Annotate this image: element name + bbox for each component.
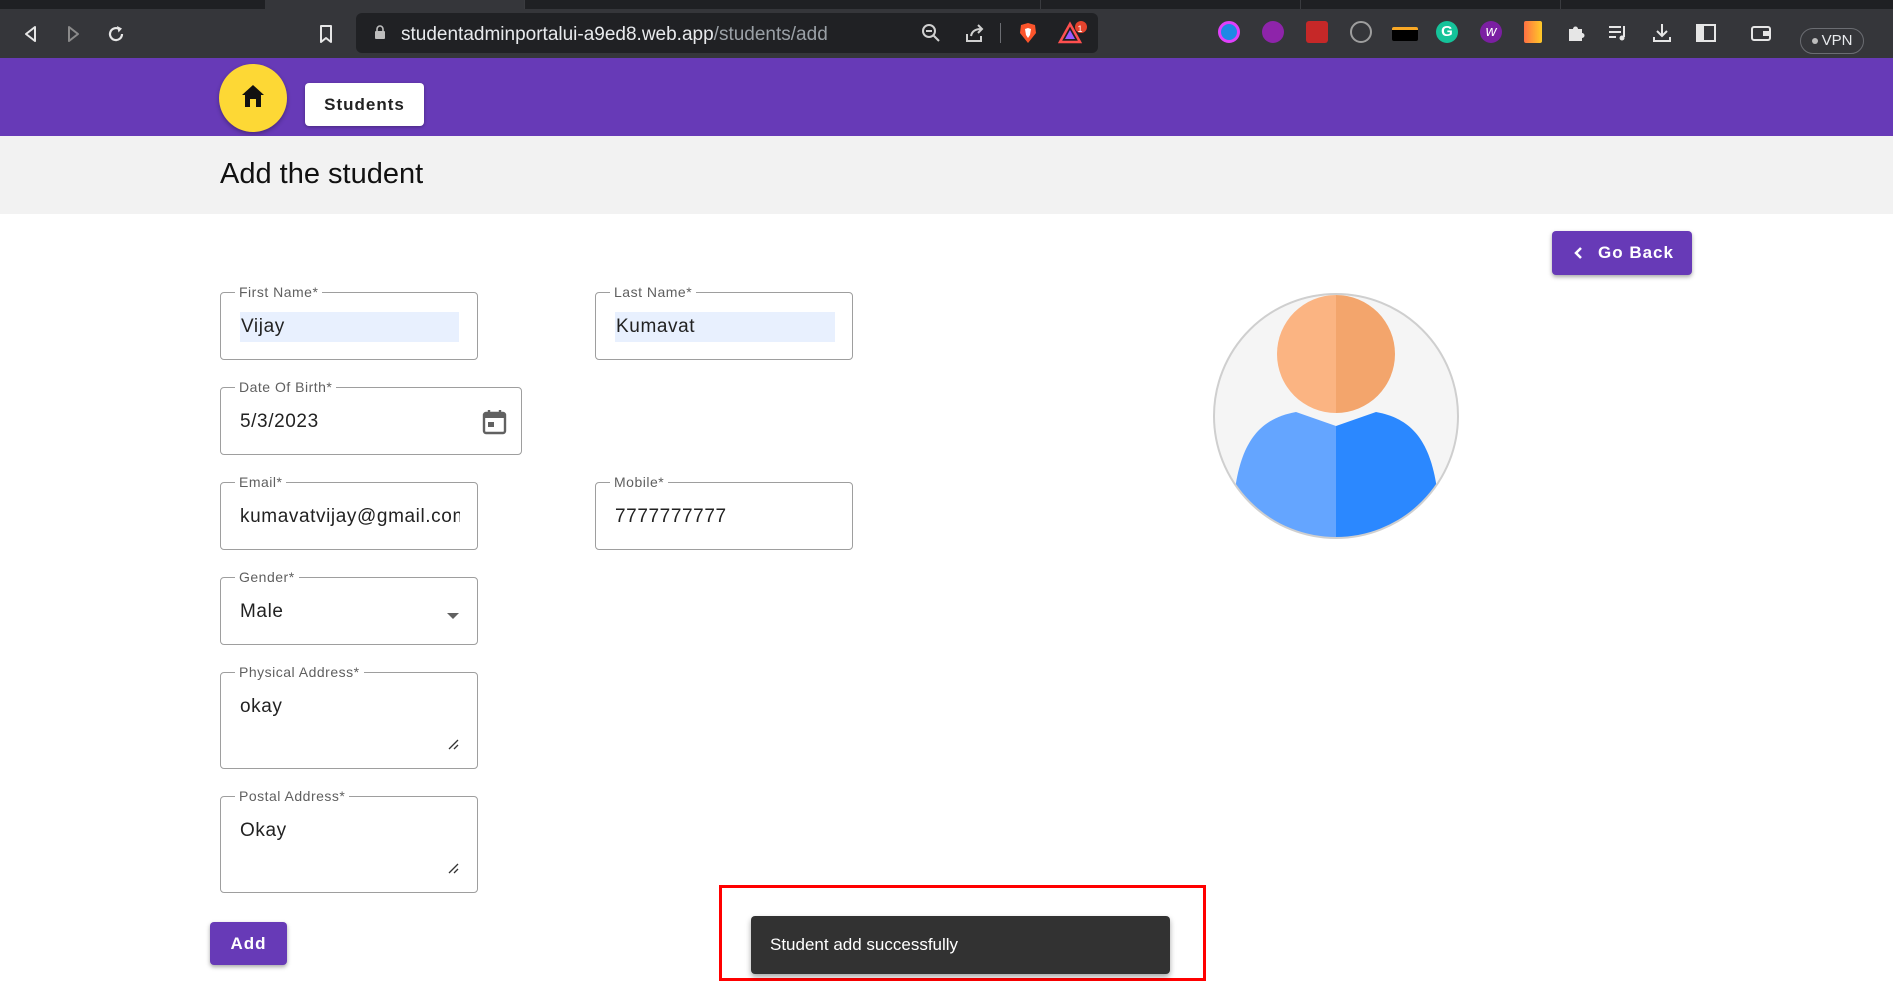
url-path: /students/add <box>713 24 828 45</box>
reload-icon[interactable] <box>103 21 129 47</box>
email-label: Email* <box>235 474 287 490</box>
lock-icon <box>375 25 385 39</box>
address-bar[interactable]: studentadminportalui-a9ed8.web.app/stude… <box>356 13 1098 53</box>
calendar-icon[interactable] <box>482 408 508 436</box>
download-icon[interactable] <box>1649 21 1675 47</box>
gender-label: Gender* <box>235 569 299 585</box>
vpn-button[interactable]: VPN <box>1800 28 1864 54</box>
extension-orange-icon[interactable] <box>1524 21 1542 43</box>
extension-w-icon[interactable]: w <box>1480 21 1502 43</box>
first-name-field[interactable]: First Name* Vijay <box>220 284 478 360</box>
page-title: Add the student <box>220 158 424 190</box>
bookmark-icon[interactable] <box>313 21 339 47</box>
tab-divider <box>1040 0 1041 9</box>
tab-divider <box>524 0 525 9</box>
mobile-field[interactable]: Mobile* 7777777777 <box>595 474 853 550</box>
postal-address-label: Postal Address* <box>235 788 350 804</box>
tab-divider <box>1300 0 1301 9</box>
wallet-icon[interactable] <box>1748 21 1774 47</box>
vpn-status-dot <box>1811 38 1818 45</box>
page-title-bar: Add the student <box>0 136 1893 214</box>
resize-handle-icon[interactable] <box>447 862 459 874</box>
email-field[interactable]: Email* kumavatvijay@gmail.com <box>220 474 478 550</box>
extension-dark-icon[interactable] <box>1392 27 1418 41</box>
home-icon <box>242 85 264 107</box>
brave-rewards-icon[interactable]: 1 <box>1057 21 1087 45</box>
url-text[interactable]: studentadminportalui-a9ed8.web.app/stude… <box>401 24 828 46</box>
dropdown-arrow-icon[interactable] <box>446 607 460 619</box>
date-of-birth-input[interactable]: 5/3/2023 <box>240 410 319 434</box>
active-tab[interactable] <box>265 0 525 9</box>
browser-toolbar: studentadminportalui-a9ed8.web.app/stude… <box>0 9 1893 58</box>
grammarly-icon[interactable]: G <box>1436 21 1458 43</box>
chevron-left-icon <box>1572 231 1584 291</box>
gender-select[interactable]: Gender* Male <box>220 569 478 645</box>
date-of-birth-label: Date Of Birth* <box>235 379 337 395</box>
profile-avatar <box>1212 292 1460 540</box>
extension-red-icon[interactable] <box>1306 21 1328 43</box>
vpn-label: VPN <box>1821 32 1853 49</box>
back-icon[interactable] <box>18 21 44 47</box>
mobile-input[interactable]: 7777777777 <box>615 505 727 529</box>
url-host: studentadminportalui-a9ed8.web.app <box>401 24 714 45</box>
date-of-birth-field[interactable]: Date Of Birth* 5/3/2023 <box>220 379 522 455</box>
mobile-label: Mobile* <box>610 474 669 490</box>
physical-address-field[interactable]: Physical Address* okay <box>220 664 478 769</box>
home-button[interactable] <box>219 64 287 132</box>
physical-address-input[interactable]: okay <box>240 695 283 719</box>
rewards-badge: 1 <box>1077 24 1083 34</box>
extensions-puzzle-icon[interactable] <box>1563 21 1589 47</box>
brave-shield-icon[interactable] <box>1016 21 1040 45</box>
first-name-input[interactable]: Vijay <box>240 312 459 342</box>
postal-address-field[interactable]: Postal Address* Okay <box>220 788 478 893</box>
zoom-out-icon[interactable] <box>919 21 943 45</box>
go-back-button[interactable]: Go Back <box>1552 231 1692 275</box>
first-name-label: First Name* <box>235 284 323 300</box>
last-name-input[interactable]: Kumavat <box>615 312 835 342</box>
url-divider <box>1000 23 1001 43</box>
add-button[interactable]: Add <box>210 922 287 965</box>
share-icon[interactable] <box>963 21 987 45</box>
postal-address-input[interactable]: Okay <box>240 819 287 843</box>
last-name-field[interactable]: Last Name* Kumavat <box>595 284 853 360</box>
browser-tab-strip <box>0 0 1893 9</box>
physical-address-label: Physical Address* <box>235 664 364 680</box>
extension-purple-icon[interactable] <box>1262 21 1284 43</box>
go-back-label: Go Back <box>1598 243 1674 262</box>
color-picker-extension-icon[interactable] <box>1218 21 1240 43</box>
last-name-label: Last Name* <box>610 284 697 300</box>
extension-shield-icon[interactable] <box>1350 21 1372 43</box>
success-snackbar: Student add successfully <box>751 916 1170 974</box>
email-input[interactable]: kumavatvijay@gmail.com <box>240 505 460 529</box>
app-header: Students <box>0 58 1893 136</box>
forward-icon[interactable] <box>60 21 86 47</box>
playlist-icon[interactable] <box>1605 21 1631 47</box>
sidebar-icon[interactable] <box>1693 21 1719 47</box>
students-nav-button[interactable]: Students <box>305 83 424 126</box>
resize-handle-icon[interactable] <box>447 738 459 750</box>
user-avatar-icon <box>1213 293 1459 539</box>
gender-selected-value: Male <box>240 601 284 622</box>
tab-divider <box>1560 0 1561 9</box>
